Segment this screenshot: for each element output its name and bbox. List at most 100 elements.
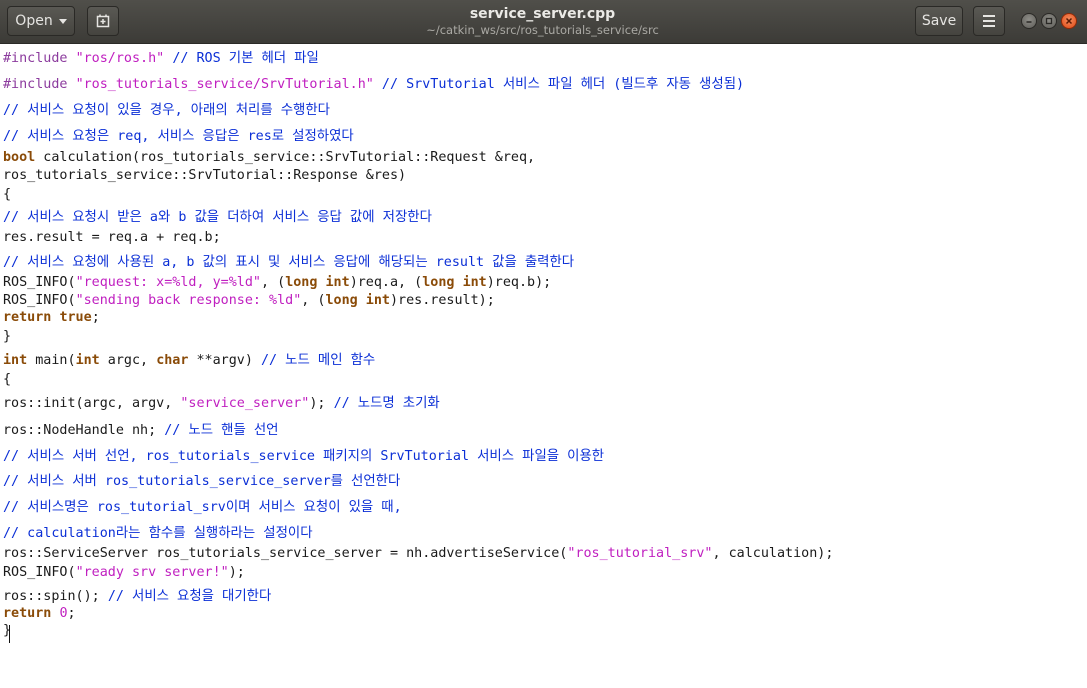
code-token: // 서비스 서버 선언, ros_tutorials_service 패키지의…: [3, 449, 605, 464]
code-token: // 서비스명은 ros_tutorial_srv이며 서비스 요청이 있을 때…: [3, 500, 402, 515]
code-token: "sending back response: %ld": [75, 293, 302, 308]
code-token: int: [462, 275, 487, 290]
code-line[interactable]: // 서비스 요청은 req, 서비스 응답은 res로 설정하였다: [3, 124, 354, 144]
code-line[interactable]: ROS_INFO("request: x=%ld, y=%ld", (long …: [3, 275, 551, 290]
code-token: int: [3, 353, 28, 368]
code-token: long: [285, 275, 318, 290]
code-token: **argv): [188, 353, 261, 368]
code-token: )res.result);: [389, 293, 495, 308]
code-line[interactable]: bool calculation(ros_tutorials_service::…: [3, 150, 535, 165]
code-line[interactable]: ros::init(argc, argv, "service_server");…: [3, 391, 440, 411]
code-token: long: [422, 275, 455, 290]
code-token: ros::spin();: [3, 589, 108, 604]
code-token: ROS_INFO(: [3, 293, 76, 308]
code-token: );: [309, 396, 334, 411]
code-token: , (: [261, 275, 286, 290]
hamburger-menu-icon: [983, 15, 995, 17]
code-token: res.result = req.a + req.b;: [3, 230, 221, 245]
code-token: "service_server": [180, 396, 310, 411]
code-token: return: [3, 310, 52, 325]
close-button[interactable]: [1061, 13, 1077, 29]
code-token: "ready srv server!": [75, 565, 229, 580]
code-token: // 서비스 요청이 있을 경우, 아래의 처리를 수행한다: [3, 103, 331, 118]
code-line[interactable]: ros::NodeHandle nh; // 노드 핸들 선언: [3, 418, 278, 438]
minimize-icon: [1026, 21, 1032, 23]
code-line[interactable]: ros::spin(); // 서비스 요청을 대기한다: [3, 584, 271, 604]
code-token: // 서비스 요청에 사용된 a, b 값의 표시 및 서비스 응답에 해당되는…: [3, 255, 575, 270]
code-token: // 서비스 요청시 받은 a와 b 값을 더하여 서비스 응답 값에 저장한다: [3, 210, 432, 225]
code-token: bool: [3, 150, 36, 165]
code-token: }: [3, 329, 12, 344]
code-token: calculation(ros_tutorials_service::SrvTu…: [35, 150, 536, 165]
menu-button[interactable]: [973, 6, 1005, 36]
code-token: // 노드 핸들 선언: [164, 423, 279, 438]
close-icon: [1065, 17, 1073, 25]
code-token: ros::NodeHandle nh;: [3, 423, 165, 438]
code-token: "ros_tutorial_srv": [567, 546, 713, 561]
code-line[interactable]: int main(int argc, char **argv) // 노드 메인…: [3, 348, 375, 368]
code-token: int: [325, 275, 350, 290]
text-cursor: [9, 625, 10, 643]
open-button-label: Open: [15, 13, 53, 29]
chevron-down-icon: [58, 18, 67, 24]
code-token: // 서비스 서버 ros_tutorials_service_server를 …: [3, 474, 401, 489]
code-token: ros::ServiceServer ros_tutorials_service…: [3, 546, 568, 561]
code-token: // 서비스 요청은 req, 서비스 응답은 res로 설정하였다: [3, 129, 354, 144]
code-line[interactable]: ROS_INFO("ready srv server!");: [3, 565, 245, 580]
code-token: , calculation);: [712, 546, 834, 561]
code-line[interactable]: // 서비스 요청시 받은 a와 b 값을 더하여 서비스 응답 값에 저장한다: [3, 205, 432, 225]
save-button[interactable]: Save: [915, 6, 963, 36]
open-button[interactable]: Open: [7, 6, 75, 36]
document-pin-icon: [96, 14, 110, 28]
code-token: ros::init(argc, argv,: [3, 396, 181, 411]
minimize-button[interactable]: [1021, 13, 1037, 29]
new-document-button[interactable]: [87, 6, 119, 36]
code-token: );: [228, 565, 245, 580]
maximize-button[interactable]: [1041, 13, 1057, 29]
code-token: argc,: [99, 353, 157, 368]
code-token: return: [3, 606, 52, 621]
code-line[interactable]: res.result = req.a + req.b;: [3, 230, 221, 245]
code-line[interactable]: // 서비스 요청에 사용된 a, b 값의 표시 및 서비스 응답에 해당되는…: [3, 250, 574, 270]
code-token: )req.a, (: [349, 275, 423, 290]
code-token: #include: [3, 51, 76, 66]
code-token: "ros_tutorials_service/SrvTutorial.h": [75, 77, 374, 92]
code-token: )req.b);: [486, 275, 552, 290]
code-token: ;: [91, 310, 100, 325]
file-path: ~/catkin_ws/src/ros_tutorials_service/sr…: [426, 23, 659, 37]
window-title: service_server.cpp: [469, 6, 616, 22]
code-token: true: [59, 310, 92, 325]
code-line[interactable]: ros::ServiceServer ros_tutorials_service…: [3, 546, 833, 561]
code-token: ros_tutorials_service::SrvTutorial::Resp…: [3, 168, 407, 183]
code-line[interactable]: #include "ros/ros.h" // ROS 기본 헤더 파일: [3, 46, 319, 66]
code-token: // 노드 메인 함수: [261, 353, 376, 368]
maximize-icon: [1045, 17, 1053, 25]
code-token: char: [156, 353, 189, 368]
code-token: long: [325, 293, 358, 308]
code-line[interactable]: // 서비스 요청이 있을 경우, 아래의 처리를 수행한다: [3, 98, 330, 118]
code-line[interactable]: // 서비스 서버 ros_tutorials_service_server를 …: [3, 469, 400, 489]
code-line[interactable]: return 0;: [3, 606, 76, 621]
code-line[interactable]: {: [3, 187, 11, 202]
code-token: #include: [3, 77, 76, 92]
code-token: ROS_INFO(: [3, 275, 76, 290]
code-token: "ros/ros.h": [75, 51, 165, 66]
code-line[interactable]: // 서비스명은 ros_tutorial_srv이며 서비스 요청이 있을 때…: [3, 495, 402, 515]
code-line[interactable]: ros_tutorials_service::SrvTutorial::Resp…: [3, 168, 406, 183]
code-line[interactable]: return true;: [3, 310, 100, 325]
code-line[interactable]: // 서비스 서버 선언, ros_tutorials_service 패키지의…: [3, 444, 604, 464]
code-line[interactable]: #include "ros_tutorials_service/SrvTutor…: [3, 72, 744, 92]
code-token: // 노드명 초기화: [333, 396, 440, 411]
code-line[interactable]: // calculation라는 함수를 실행하라는 설정이다: [3, 521, 313, 541]
code-token: // calculation라는 함수를 실행하라는 설정이다: [3, 526, 313, 541]
code-line[interactable]: }: [3, 329, 11, 344]
code-line[interactable]: {: [3, 372, 11, 387]
code-line[interactable]: ROS_INFO("sending back response: %ld", (…: [3, 293, 495, 308]
header-bar: Open service_server.cpp ~/catkin_ws/src/…: [0, 0, 1087, 44]
code-token: {: [3, 187, 12, 202]
text-editor-area[interactable]: #include "ros/ros.h" // ROS 기본 헤더 파일 #inc…: [0, 44, 1087, 688]
